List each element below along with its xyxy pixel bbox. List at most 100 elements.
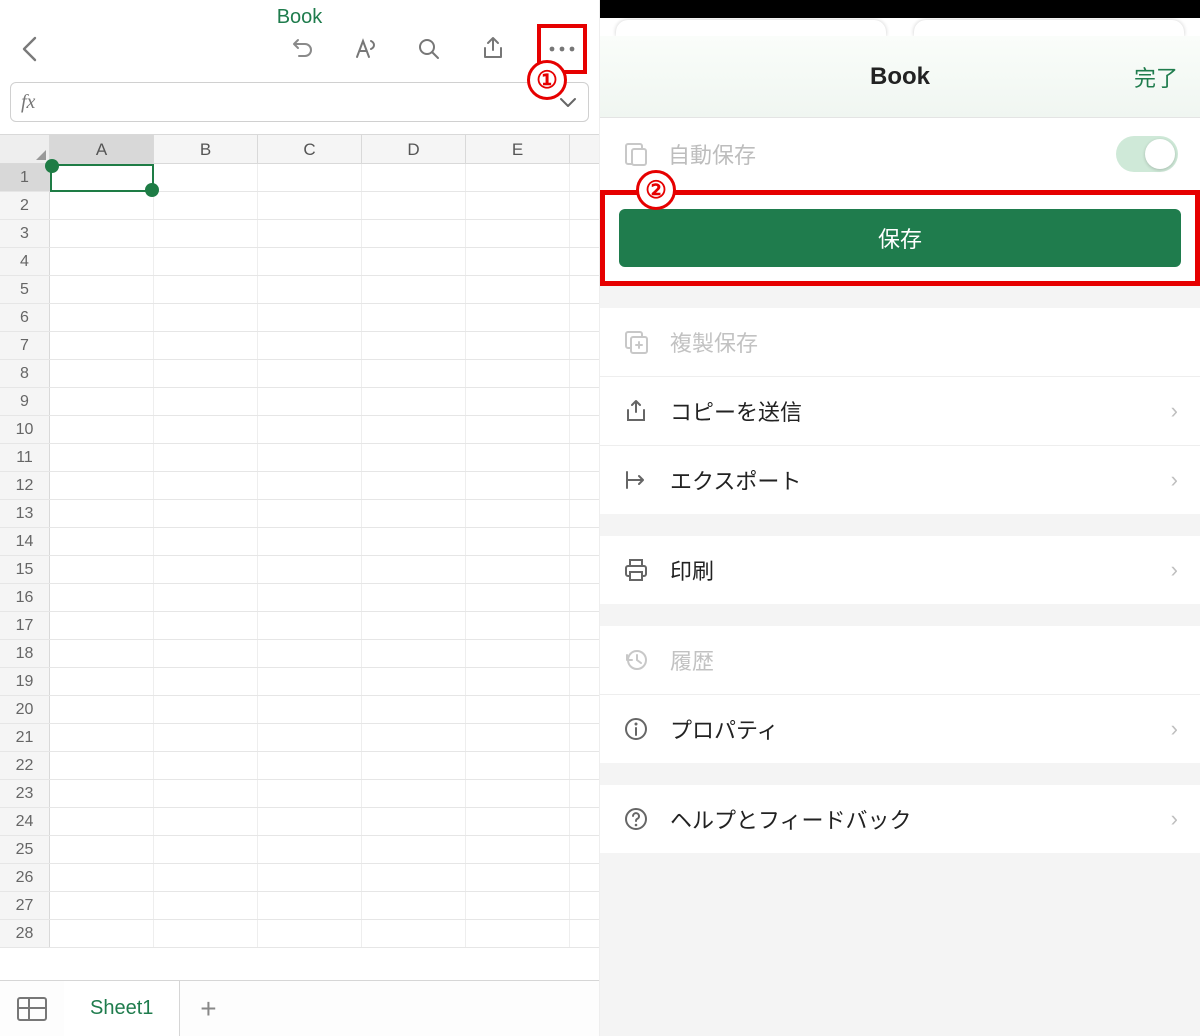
cell[interactable] <box>50 360 154 387</box>
cell[interactable] <box>362 472 466 499</box>
cell[interactable] <box>154 360 258 387</box>
row-header[interactable]: 13 <box>0 500 50 527</box>
font-style-button[interactable] <box>345 29 385 69</box>
cell[interactable] <box>154 864 258 891</box>
cell[interactable] <box>154 780 258 807</box>
cell[interactable] <box>258 724 362 751</box>
add-sheet-button[interactable]: + <box>180 993 236 1025</box>
menu-item-send-copy[interactable]: コピーを送信 › <box>600 376 1200 445</box>
cell[interactable] <box>50 444 154 471</box>
cell[interactable] <box>362 808 466 835</box>
cell[interactable] <box>362 584 466 611</box>
cell[interactable] <box>50 416 154 443</box>
row-header[interactable]: 10 <box>0 416 50 443</box>
cell[interactable] <box>50 668 154 695</box>
row-header[interactable]: 4 <box>0 248 50 275</box>
row-header[interactable]: 1 <box>0 164 50 191</box>
cell[interactable] <box>50 752 154 779</box>
sheet-tab[interactable]: Sheet1 <box>64 981 180 1036</box>
cell[interactable] <box>258 892 362 919</box>
cell[interactable] <box>50 640 154 667</box>
save-button[interactable]: 保存 <box>619 209 1181 267</box>
menu-item-print[interactable]: 印刷 › <box>600 536 1200 604</box>
cell[interactable] <box>466 444 570 471</box>
cell[interactable] <box>258 164 362 191</box>
cell[interactable] <box>466 192 570 219</box>
cell[interactable] <box>362 220 466 247</box>
cell[interactable] <box>154 388 258 415</box>
row-header[interactable]: 17 <box>0 612 50 639</box>
cell[interactable] <box>466 808 570 835</box>
share-button[interactable] <box>473 29 513 69</box>
select-all-corner[interactable] <box>0 135 50 163</box>
cell[interactable] <box>362 360 466 387</box>
cell[interactable] <box>50 584 154 611</box>
cell[interactable] <box>154 416 258 443</box>
cell[interactable] <box>50 164 154 191</box>
row-header[interactable]: 9 <box>0 388 50 415</box>
cell[interactable] <box>466 416 570 443</box>
cell[interactable] <box>154 500 258 527</box>
cell[interactable] <box>154 332 258 359</box>
cell[interactable] <box>154 584 258 611</box>
cell[interactable] <box>466 752 570 779</box>
menu-item-properties[interactable]: プロパティ › <box>600 694 1200 763</box>
col-header-a[interactable]: A <box>50 135 154 163</box>
cell[interactable] <box>50 780 154 807</box>
cell[interactable] <box>362 388 466 415</box>
cell[interactable] <box>258 640 362 667</box>
cell[interactable] <box>154 724 258 751</box>
row-header[interactable]: 5 <box>0 276 50 303</box>
cell[interactable] <box>362 192 466 219</box>
row-header[interactable]: 28 <box>0 920 50 947</box>
cell[interactable] <box>154 640 258 667</box>
cell[interactable] <box>466 472 570 499</box>
done-button[interactable]: 完了 <box>1134 61 1178 93</box>
cell[interactable] <box>466 584 570 611</box>
cell[interactable] <box>258 388 362 415</box>
cell[interactable] <box>258 528 362 555</box>
cell[interactable] <box>258 556 362 583</box>
cell[interactable] <box>258 584 362 611</box>
cell[interactable] <box>258 276 362 303</box>
cell[interactable] <box>258 920 362 947</box>
cell[interactable] <box>154 248 258 275</box>
row-header[interactable]: 19 <box>0 668 50 695</box>
cell[interactable] <box>362 612 466 639</box>
cell[interactable] <box>362 752 466 779</box>
cell[interactable] <box>154 696 258 723</box>
cell[interactable] <box>362 864 466 891</box>
row-header[interactable]: 8 <box>0 360 50 387</box>
cell[interactable] <box>258 220 362 247</box>
row-header[interactable]: 18 <box>0 640 50 667</box>
row-header[interactable]: 16 <box>0 584 50 611</box>
cell[interactable] <box>50 920 154 947</box>
cell[interactable] <box>50 276 154 303</box>
cell[interactable] <box>154 304 258 331</box>
back-button[interactable] <box>0 35 60 63</box>
cell[interactable] <box>466 864 570 891</box>
cell[interactable] <box>154 164 258 191</box>
spreadsheet-grid[interactable]: A B C D E 123456789101112131415161718192… <box>0 134 599 948</box>
cell[interactable] <box>362 892 466 919</box>
row-header[interactable]: 14 <box>0 528 50 555</box>
cell[interactable] <box>362 528 466 555</box>
row-header[interactable]: 20 <box>0 696 50 723</box>
cell[interactable] <box>258 332 362 359</box>
cell[interactable] <box>466 304 570 331</box>
cell[interactable] <box>50 192 154 219</box>
col-header-e[interactable]: E <box>466 135 570 163</box>
menu-item-export[interactable]: エクスポート › <box>600 445 1200 514</box>
cell[interactable] <box>466 724 570 751</box>
cell[interactable] <box>466 556 570 583</box>
cell[interactable] <box>362 164 466 191</box>
cell[interactable] <box>466 164 570 191</box>
cell[interactable] <box>258 444 362 471</box>
cell[interactable] <box>154 444 258 471</box>
cell[interactable] <box>362 444 466 471</box>
cell[interactable] <box>154 220 258 247</box>
cell[interactable] <box>466 360 570 387</box>
cell[interactable] <box>362 276 466 303</box>
cell[interactable] <box>362 920 466 947</box>
cell[interactable] <box>258 248 362 275</box>
